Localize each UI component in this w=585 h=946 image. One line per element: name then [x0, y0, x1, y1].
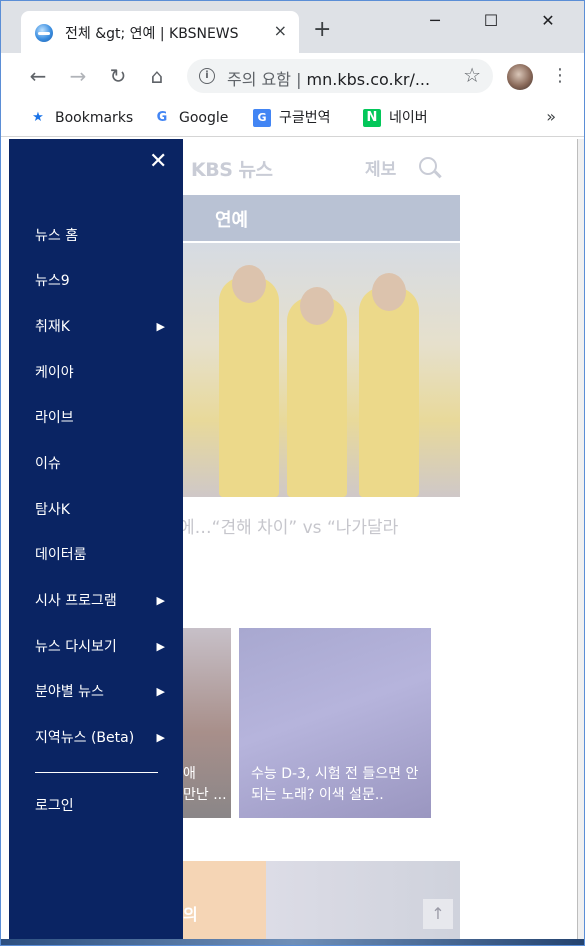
- bookmark-item-naver[interactable]: N 네이버: [363, 108, 428, 128]
- browser-menu-icon[interactable]: ⋮: [551, 63, 569, 89]
- menu-item-label: 뉴스9: [35, 273, 70, 289]
- submenu-arrow-icon[interactable]: ▶: [157, 316, 165, 338]
- menu-item-regional-news[interactable]: 지역뉴스 (Beta) ▶: [35, 727, 165, 749]
- hero-figure: [287, 297, 347, 497]
- submenu-arrow-icon[interactable]: ▶: [157, 636, 165, 658]
- menu-divider: [35, 772, 158, 773]
- hero-article-title[interactable]: 에…“견해 차이” vs “나가달라: [179, 513, 398, 538]
- menu-item-label: 취재K: [35, 319, 70, 335]
- login-label: 로그인: [35, 798, 74, 814]
- address-bar[interactable]: i 주의 요함 | mn.kbs.co.kr/... ☆: [187, 59, 493, 93]
- submenu-arrow-icon[interactable]: ▶: [157, 681, 165, 703]
- hero-figure-head: [232, 265, 266, 303]
- report-link[interactable]: 제보: [365, 155, 396, 180]
- browser-toolbar: ← → ↻ ⌂ i 주의 요함 | mn.kbs.co.kr/... ☆ ⋮: [1, 53, 584, 99]
- search-icon[interactable]: [419, 157, 437, 175]
- bookmark-item-bookmarks[interactable]: ★ Bookmarks: [29, 108, 133, 128]
- url-text: mn.kbs.co.kr/...: [306, 70, 431, 89]
- hero-figure: [219, 277, 279, 497]
- menu-item-label: 데이터룸: [35, 547, 87, 563]
- hero-article-image[interactable]: [183, 243, 460, 497]
- section-header: 연예: [183, 195, 460, 241]
- menu-item-news9[interactable]: 뉴스9: [35, 270, 165, 292]
- bookmark-item-translate[interactable]: G 구글번역: [253, 108, 331, 128]
- menu-item-label: 시사 프로그램: [35, 593, 117, 609]
- translate-icon: G: [253, 109, 271, 127]
- article-banner[interactable]: 의: [183, 861, 460, 939]
- menu-item-label: 케이야: [35, 365, 74, 381]
- bookmark-label: Google: [179, 110, 229, 126]
- menu-item-label: 분야별 뉴스: [35, 684, 104, 700]
- kbs-news-logo[interactable]: KBS 뉴스: [191, 155, 273, 182]
- menu-item-keiya[interactable]: 케이야: [35, 362, 165, 384]
- reload-button[interactable]: ↻: [105, 63, 131, 89]
- menu-item-chwijae-k[interactable]: 취재K ▶: [35, 316, 165, 338]
- kbs-favicon-icon: [35, 24, 53, 42]
- browser-tab[interactable]: 전체 &gt; 연예 | KBSNEWS ×: [21, 11, 299, 53]
- scroll-to-top-button[interactable]: ↑: [423, 899, 453, 929]
- submenu-arrow-icon[interactable]: ▶: [157, 590, 165, 612]
- menu-item-label: 뉴스 다시보기: [35, 639, 117, 655]
- bookmark-label: 구글번역: [279, 110, 331, 126]
- menu-item-news-by-field[interactable]: 분야별 뉴스 ▶: [35, 681, 165, 703]
- url-separator: |: [296, 70, 302, 89]
- menu-item-label: 탐사K: [35, 502, 70, 518]
- new-tab-button[interactable]: +: [313, 19, 331, 41]
- hero-figure-head: [300, 287, 334, 325]
- bookmark-label: 네이버: [389, 110, 428, 126]
- browser-window: 전체 &gt; 연예 | KBSNEWS × + ─ ☐ ✕ ← → ↻ ⌂ i…: [0, 0, 585, 946]
- article-card[interactable]: 애 만난 ...: [183, 628, 231, 818]
- bookmark-star-icon[interactable]: ☆: [463, 63, 481, 87]
- bookmarks-bar: ★ Bookmarks G Google G 구글번역 N 네이버 »: [1, 99, 584, 137]
- forward-button[interactable]: →: [65, 63, 91, 89]
- login-button[interactable]: 로그인: [35, 795, 165, 817]
- menu-item-label: 이슈: [35, 456, 61, 472]
- menu-item-dataroom[interactable]: 데이터룸: [35, 544, 165, 566]
- side-scrollbar[interactable]: [577, 139, 584, 939]
- tab-strip: 전체 &gt; 연예 | KBSNEWS × + ─ ☐ ✕: [1, 1, 584, 53]
- menu-item-label: 지역뉴스 (Beta): [35, 730, 135, 746]
- menu-item-live[interactable]: 라이브: [35, 407, 165, 429]
- url-display[interactable]: 주의 요함 | mn.kbs.co.kr/...: [227, 66, 430, 90]
- article-banner-title: 의: [183, 905, 198, 924]
- tab-title: 전체 &gt; 연예 | KBSNEWS: [65, 26, 239, 42]
- menu-item-current-affairs[interactable]: 시사 프로그램 ▶: [35, 590, 165, 612]
- back-button[interactable]: ←: [25, 63, 51, 89]
- side-navigation-menu: ✕ 뉴스 홈 뉴스9 취재K ▶ 케이야 라이브 이슈 탐사K 데이터룸 시사 …: [9, 139, 183, 939]
- menu-item-label: 뉴스 홈: [35, 228, 79, 244]
- bookmark-item-google[interactable]: G Google: [153, 108, 229, 128]
- menu-item-tamsa-k[interactable]: 탐사K: [35, 499, 165, 521]
- star-icon: ★: [32, 110, 44, 125]
- minimize-button[interactable]: ─: [415, 9, 455, 33]
- home-button[interactable]: ⌂: [144, 63, 170, 89]
- info-icon[interactable]: i: [199, 68, 215, 84]
- hero-figure: [359, 287, 419, 497]
- article-card-title: 수능 D-3, 시험 전 들으면 안 되는 노래? 이색 설문..: [251, 766, 419, 803]
- menu-item-issue[interactable]: 이슈: [35, 453, 165, 475]
- menu-item-label: 라이브: [35, 410, 74, 426]
- bookmark-label: Bookmarks: [55, 110, 134, 126]
- bookmarks-overflow-icon[interactable]: »: [546, 107, 556, 126]
- article-card-title: 애 만난 ...: [183, 766, 227, 803]
- submenu-arrow-icon[interactable]: ▶: [157, 727, 165, 749]
- section-title: 연예: [215, 210, 249, 231]
- tab-close-icon[interactable]: ×: [274, 21, 287, 40]
- window-close-button[interactable]: ✕: [528, 9, 568, 33]
- naver-icon: N: [363, 109, 381, 127]
- maximize-button[interactable]: ☐: [471, 9, 511, 33]
- menu-item-news-home[interactable]: 뉴스 홈: [35, 225, 165, 247]
- menu-item-news-replay[interactable]: 뉴스 다시보기 ▶: [35, 636, 165, 658]
- desktop-background: [1, 939, 584, 945]
- google-icon: G: [156, 110, 168, 125]
- security-warning-label: 주의 요함: [227, 70, 291, 89]
- menu-close-icon[interactable]: ✕: [149, 149, 167, 175]
- hero-figure-head: [372, 273, 406, 311]
- article-card[interactable]: 수능 D-3, 시험 전 들으면 안 되는 노래? 이색 설문..: [239, 628, 431, 818]
- profile-avatar[interactable]: [507, 64, 533, 90]
